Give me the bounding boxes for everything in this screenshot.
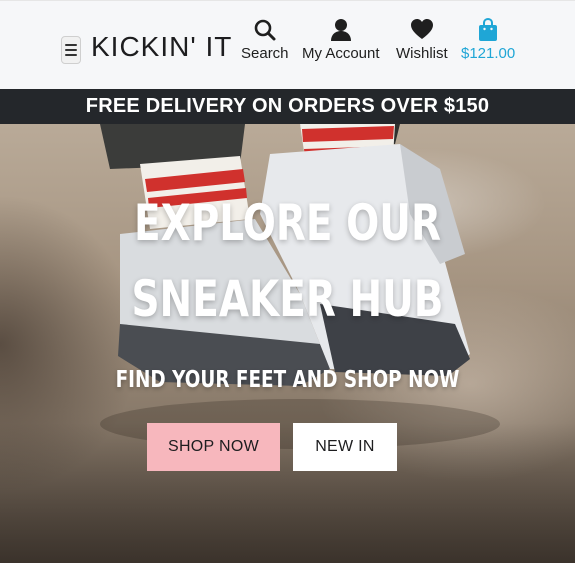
hero-background-gradient — [0, 423, 575, 563]
free-delivery-banner: FREE DELIVERY ON ORDERS OVER $150 — [0, 89, 575, 124]
hamburger-icon-bar — [65, 54, 77, 56]
hero-title-line-1: EXPLORE OUR — [133, 194, 442, 252]
hero-title-line-2: SNEAKER HUB — [131, 270, 444, 328]
heart-icon — [410, 19, 433, 39]
user-icon — [330, 19, 351, 41]
nav-wishlist[interactable]: Wishlist — [396, 17, 448, 62]
nav-cart[interactable]: $121.00 — [461, 17, 515, 62]
hero-subtitle: FIND YOUR FEET AND SHOP NOW — [115, 367, 460, 393]
nav-search[interactable]: Search — [241, 17, 289, 62]
nav-my-account[interactable]: My Account — [302, 17, 380, 62]
hero-section: EXPLORE OUR SNEAKER HUB FIND YOUR FEET A… — [0, 124, 575, 563]
shop-now-button[interactable]: SHOP NOW — [147, 423, 280, 471]
new-in-button[interactable]: NEW IN — [293, 423, 397, 471]
shopping-bag-icon — [479, 17, 498, 41]
hamburger-menu-button[interactable] — [61, 36, 81, 64]
nav-my-account-label: My Account — [302, 45, 380, 62]
page: KICKIN' IT Search My Account Wishlist $1… — [0, 0, 575, 563]
cart-total: $121.00 — [461, 45, 516, 62]
brand-logo[interactable]: KICKIN' IT — [91, 31, 232, 63]
site-header: KICKIN' IT Search My Account Wishlist $1… — [0, 0, 575, 89]
search-icon — [254, 19, 276, 41]
hamburger-icon-bar — [65, 49, 77, 51]
nav-search-label: Search — [241, 45, 289, 62]
nav-wishlist-label: Wishlist — [396, 45, 448, 62]
hamburger-icon — [65, 44, 77, 46]
